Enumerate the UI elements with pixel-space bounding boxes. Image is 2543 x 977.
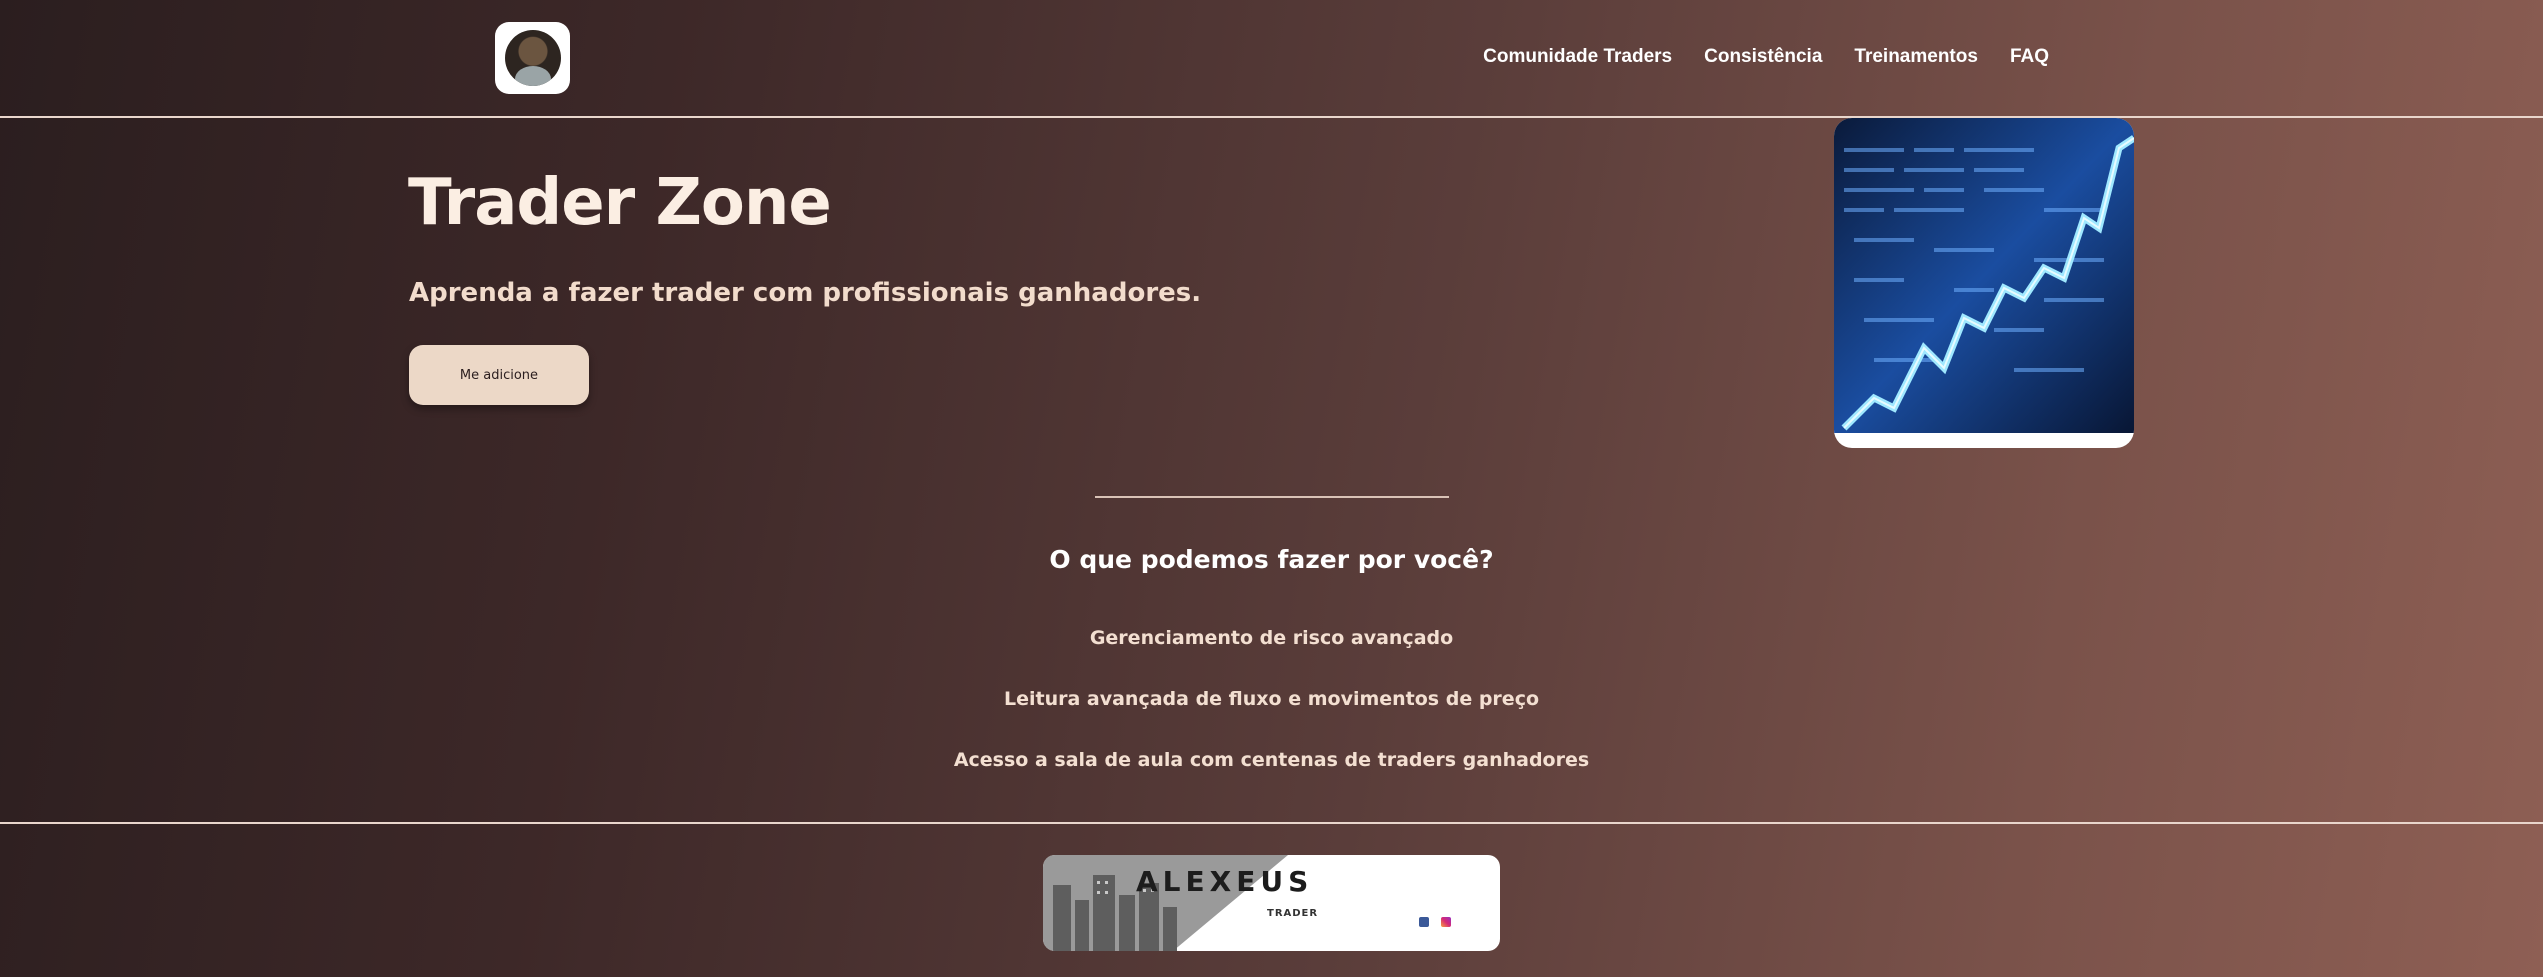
logo[interactable] [495, 22, 570, 94]
hero-title: Trader Zone [408, 166, 832, 240]
brand-banner: ALEXEUS TRADER [1043, 855, 1500, 951]
hero-subtitle: Aprenda a fazer trader com profissionais… [409, 278, 1202, 308]
avatar-icon [504, 30, 561, 86]
nav-consistencia[interactable]: Consistência [1704, 46, 1822, 68]
services-title: O que podemos fazer por você? [1049, 545, 1494, 574]
section-divider [1095, 496, 1449, 498]
service-item: Gerenciamento de risco avançado [1089, 627, 1454, 649]
nav-comunidade-traders[interactable]: Comunidade Traders [1483, 46, 1672, 68]
service-item: Leitura avançada de fluxo e movimentos d… [1003, 688, 1540, 710]
brand-subtitle: TRADER [1267, 908, 1319, 919]
nav-treinamentos[interactable]: Treinamentos [1854, 46, 1978, 68]
brand-name: ALEXEUS [1136, 865, 1314, 898]
instagram-icon[interactable] [1441, 917, 1451, 927]
service-item: Acesso a sala de aula com centenas de tr… [953, 749, 1590, 771]
facebook-icon[interactable] [1419, 917, 1429, 927]
stock-chart-image [1834, 118, 2134, 448]
main-nav: Comunidade Traders Consistência Treiname… [1483, 46, 2049, 68]
site-header: Comunidade Traders Consistência Treiname… [0, 0, 2543, 118]
add-me-button[interactable]: Me adicione [409, 345, 589, 405]
nav-faq[interactable]: FAQ [2010, 46, 2049, 68]
